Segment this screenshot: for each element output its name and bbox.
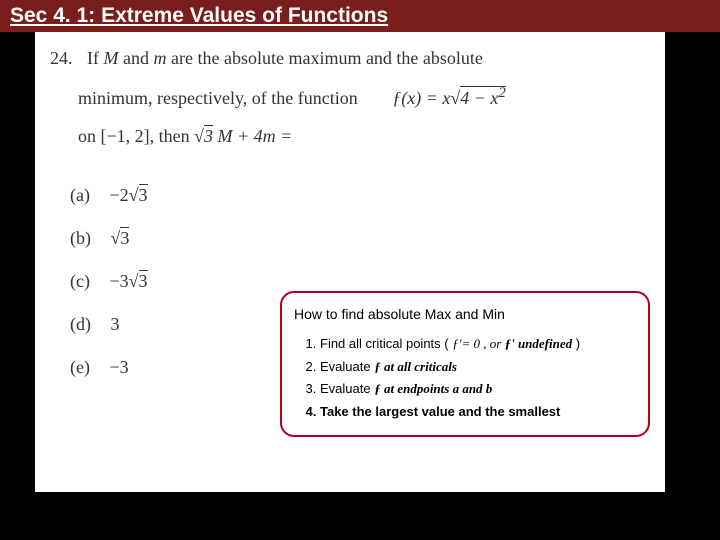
t: Evaluate — [320, 359, 374, 374]
title-sec: Sec 4. 1: — [10, 4, 101, 27]
option-b: (b) √3 — [70, 228, 650, 249]
info-title: How to find absolute Max and Min — [294, 303, 636, 325]
opt-prefix: −2 — [109, 185, 128, 205]
t: ƒ at all criticals — [374, 359, 457, 374]
q-text: and — [119, 48, 154, 68]
opt-sqrt: 3 — [120, 227, 129, 248]
option-label: (d) — [70, 314, 91, 334]
var-m: m — [154, 48, 167, 68]
opt-sqrt: 3 — [139, 270, 148, 291]
q-text: are the absolute maximum and the absolut… — [167, 48, 483, 68]
t: Take the largest value and the smallest — [320, 404, 560, 419]
title-bar: Sec 4. 1: Extreme Values of Functions — [0, 0, 720, 32]
info-item: Evaluate ƒ at endpoints a and b — [320, 379, 636, 400]
q-text: on [−1, 2], then — [78, 126, 194, 146]
opt-sqrt: 3 — [139, 184, 148, 205]
t: ƒ'= 0 , or — [452, 336, 504, 351]
t: ) — [572, 336, 580, 351]
fx-sup: 2 — [498, 85, 506, 101]
fx-label: ƒ(x) = x — [392, 88, 450, 108]
expr-sqrt: 3 — [204, 125, 213, 146]
q-text: minimum, respectively, of the function — [78, 88, 358, 108]
question-text: 24. If M and m are the absolute maximum … — [50, 40, 650, 155]
option-label: (e) — [70, 357, 90, 377]
q-text: If — [87, 48, 104, 68]
info-item: Find all critical points ( ƒ'= 0 , or ƒ'… — [320, 334, 636, 355]
option-a: (a) −2√3 — [70, 185, 650, 206]
opt-prefix: −3 — [109, 357, 128, 377]
function-expr: ƒ(x) = x√4 − x2 — [392, 88, 506, 108]
var-M: M — [104, 48, 119, 68]
question-number: 24. — [50, 48, 73, 68]
info-item: Evaluate ƒ at all criticals — [320, 357, 636, 378]
option-label: (a) — [70, 185, 90, 205]
t: Evaluate — [320, 381, 374, 396]
t: Find all critical points ( — [320, 336, 452, 351]
opt-prefix: −3 — [109, 271, 128, 291]
t: ƒ' undefined — [505, 336, 573, 351]
title-rest: Extreme Values of Functions — [101, 4, 388, 27]
expr-rest: M + 4m = — [213, 126, 292, 146]
info-box: How to find absolute Max and Min Find al… — [280, 291, 650, 437]
info-item: Take the largest value and the smallest — [320, 402, 636, 423]
info-list: Find all critical points ( ƒ'= 0 , or ƒ'… — [320, 334, 636, 423]
option-label: (c) — [70, 271, 90, 291]
target-expr: √3 M + 4m = — [194, 125, 292, 146]
t: ƒ at endpoints a and b — [374, 381, 492, 396]
option-c: (c) −3√3 — [70, 271, 650, 292]
option-label: (b) — [70, 228, 91, 248]
fx-sqrt: 4 − x — [460, 88, 498, 108]
opt-prefix: 3 — [111, 314, 120, 334]
slide-content: 24. If M and m are the absolute maximum … — [35, 32, 665, 492]
